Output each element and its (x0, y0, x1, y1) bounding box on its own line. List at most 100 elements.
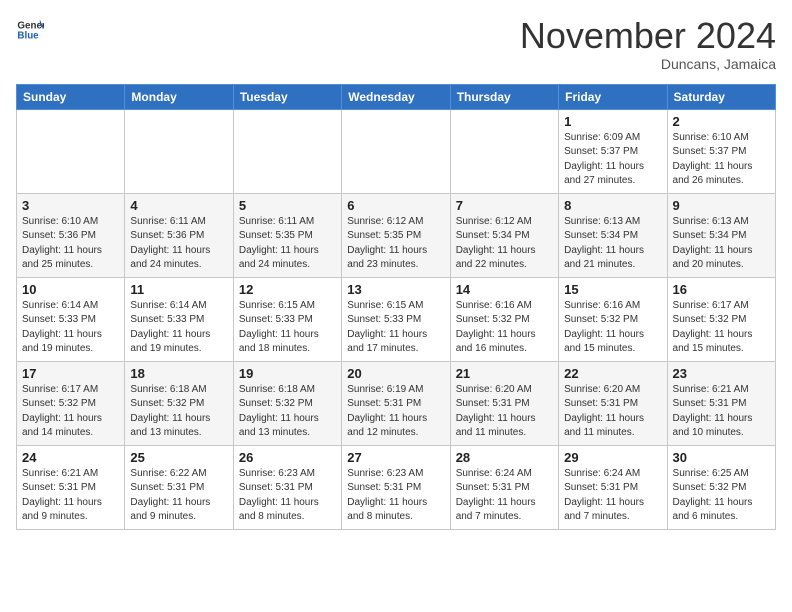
page-header: General Blue November 2024 Duncans, Jama… (16, 16, 776, 72)
calendar-cell: 14Sunrise: 6:16 AMSunset: 5:32 PMDayligh… (450, 277, 558, 361)
day-info: Sunrise: 6:21 AMSunset: 5:31 PMDaylight:… (673, 383, 770, 441)
calendar-week-2: 3Sunrise: 6:10 AMSunset: 5:36 PMDaylight… (17, 193, 776, 277)
day-number: 18 (130, 366, 227, 381)
logo-icon: General Blue (16, 16, 44, 44)
day-info: Sunrise: 6:11 AMSunset: 5:36 PMDaylight:… (130, 215, 227, 273)
day-info: Sunrise: 6:14 AMSunset: 5:33 PMDaylight:… (130, 299, 227, 357)
day-number: 5 (239, 198, 336, 213)
calendar-cell: 26Sunrise: 6:23 AMSunset: 5:31 PMDayligh… (233, 445, 341, 529)
calendar-cell: 10 Sunrise: 6:14 AMSunset: 5:33 PMDayligh… (17, 277, 125, 361)
calendar-cell: 16 Sunrise: 6:17 AMSunset: 5:32 PMDayligh… (667, 277, 775, 361)
weekday-header-tuesday: Tuesday (233, 84, 341, 109)
calendar-cell: 24 Sunrise: 6:21 AMSunset: 5:31 PMDayligh… (17, 445, 125, 529)
day-number: 11 (130, 282, 227, 297)
day-number: 9 (673, 198, 770, 213)
weekday-header-wednesday: Wednesday (342, 84, 450, 109)
calendar-cell (233, 109, 341, 193)
calendar-cell: 7Sunrise: 6:12 AMSunset: 5:34 PMDaylight… (450, 193, 558, 277)
calendar-cell: 22 Sunrise: 6:20 AMSunset: 5:31 PMDayligh… (559, 361, 667, 445)
calendar-week-3: 10 Sunrise: 6:14 AMSunset: 5:33 PMDayligh… (17, 277, 776, 361)
day-number: 1 (564, 114, 661, 129)
day-info: Sunrise: 6:25 AMSunset: 5:32 PMDaylight:… (673, 467, 770, 525)
day-number: 19 (239, 366, 336, 381)
day-number: 27 (347, 450, 444, 465)
day-info: Sunrise: 6:18 AMSunset: 5:32 PMDaylight:… (130, 383, 227, 441)
calendar-cell: 4 Sunrise: 6:11 AMSunset: 5:36 PMDaylight… (125, 193, 233, 277)
day-info: Sunrise: 6:20 AMSunset: 5:31 PMDaylight:… (564, 383, 661, 441)
day-number: 3 (22, 198, 119, 213)
calendar-cell: 25 Sunrise: 6:22 AMSunset: 5:31 PMDayligh… (125, 445, 233, 529)
day-number: 14 (456, 282, 553, 297)
day-number: 4 (130, 198, 227, 213)
day-info: Sunrise: 6:18 AMSunset: 5:32 PMDaylight:… (239, 383, 336, 441)
calendar-cell: 27 Sunrise: 6:23 AMSunset: 5:31 PMDayligh… (342, 445, 450, 529)
weekday-header-thursday: Thursday (450, 84, 558, 109)
calendar-cell: 2Sunrise: 6:10 AMSunset: 5:37 PMDaylight… (667, 109, 775, 193)
calendar-cell: 5 Sunrise: 6:11 AMSunset: 5:35 PMDaylight… (233, 193, 341, 277)
day-info: Sunrise: 6:15 AMSunset: 5:33 PMDaylight:… (239, 299, 336, 357)
weekday-header-friday: Friday (559, 84, 667, 109)
day-number: 25 (130, 450, 227, 465)
day-info: Sunrise: 6:24 AMSunset: 5:31 PMDaylight:… (564, 467, 661, 525)
day-number: 22 (564, 366, 661, 381)
day-info: Sunrise: 6:11 AMSunset: 5:35 PMDaylight:… (239, 215, 336, 273)
calendar-week-4: 17 Sunrise: 6:17 AMSunset: 5:32 PMDayligh… (17, 361, 776, 445)
calendar-table: SundayMondayTuesdayWednesdayThursdayFrid… (16, 84, 776, 530)
calendar-cell: 15 Sunrise: 6:16 AMSunset: 5:32 PMDayligh… (559, 277, 667, 361)
day-info: Sunrise: 6:14 AMSunset: 5:33 PMDaylight:… (22, 299, 119, 357)
day-number: 21 (456, 366, 553, 381)
day-number: 12 (239, 282, 336, 297)
calendar-cell: 6Sunrise: 6:12 AMSunset: 5:35 PMDaylight… (342, 193, 450, 277)
day-number: 15 (564, 282, 661, 297)
calendar-cell: 30 Sunrise: 6:25 AMSunset: 5:32 PMDayligh… (667, 445, 775, 529)
day-info: Sunrise: 6:19 AMSunset: 5:31 PMDaylight:… (347, 383, 444, 441)
day-number: 24 (22, 450, 119, 465)
day-number: 29 (564, 450, 661, 465)
day-info: Sunrise: 6:21 AMSunset: 5:31 PMDaylight:… (22, 467, 119, 525)
calendar-cell: 11 Sunrise: 6:14 AMSunset: 5:33 PMDayligh… (125, 277, 233, 361)
calendar-cell (17, 109, 125, 193)
weekday-header-saturday: Saturday (667, 84, 775, 109)
day-info: Sunrise: 6:17 AMSunset: 5:32 PMDaylight:… (22, 383, 119, 441)
logo: General Blue (16, 16, 44, 44)
calendar-week-1: 1Sunrise: 6:09 AMSunset: 5:37 PMDaylight… (17, 109, 776, 193)
day-number: 10 (22, 282, 119, 297)
calendar-cell: 1Sunrise: 6:09 AMSunset: 5:37 PMDaylight… (559, 109, 667, 193)
day-info: Sunrise: 6:12 AMSunset: 5:35 PMDaylight:… (347, 215, 444, 273)
day-number: 13 (347, 282, 444, 297)
day-number: 20 (347, 366, 444, 381)
calendar-body: 1Sunrise: 6:09 AMSunset: 5:37 PMDaylight… (17, 109, 776, 529)
day-number: 16 (673, 282, 770, 297)
day-info: Sunrise: 6:24 AMSunset: 5:31 PMDaylight:… (456, 467, 553, 525)
day-info: Sunrise: 6:23 AMSunset: 5:31 PMDaylight:… (239, 467, 336, 525)
day-number: 2 (673, 114, 770, 129)
calendar-cell: 9 Sunrise: 6:13 AMSunset: 5:34 PMDaylight… (667, 193, 775, 277)
calendar-cell: 21 Sunrise: 6:20 AMSunset: 5:31 PMDayligh… (450, 361, 558, 445)
day-info: Sunrise: 6:23 AMSunset: 5:31 PMDaylight:… (347, 467, 444, 525)
day-info: Sunrise: 6:17 AMSunset: 5:32 PMDaylight:… (673, 299, 770, 357)
day-number: 7 (456, 198, 553, 213)
day-info: Sunrise: 6:13 AMSunset: 5:34 PMDaylight:… (564, 215, 661, 273)
svg-text:Blue: Blue (17, 30, 39, 41)
calendar-cell (342, 109, 450, 193)
calendar-cell (450, 109, 558, 193)
day-number: 17 (22, 366, 119, 381)
weekday-header-sunday: Sunday (17, 84, 125, 109)
calendar-header: SundayMondayTuesdayWednesdayThursdayFrid… (17, 84, 776, 109)
title-block: November 2024 Duncans, Jamaica (520, 16, 776, 72)
day-info: Sunrise: 6:16 AMSunset: 5:32 PMDaylight:… (564, 299, 661, 357)
day-info: Sunrise: 6:20 AMSunset: 5:31 PMDaylight:… (456, 383, 553, 441)
calendar-cell: 13Sunrise: 6:15 AMSunset: 5:33 PMDayligh… (342, 277, 450, 361)
day-number: 30 (673, 450, 770, 465)
calendar-cell (125, 109, 233, 193)
day-info: Sunrise: 6:22 AMSunset: 5:31 PMDaylight:… (130, 467, 227, 525)
calendar-cell: 3Sunrise: 6:10 AMSunset: 5:36 PMDaylight… (17, 193, 125, 277)
day-info: Sunrise: 6:13 AMSunset: 5:34 PMDaylight:… (673, 215, 770, 273)
day-number: 23 (673, 366, 770, 381)
day-number: 28 (456, 450, 553, 465)
weekday-header-row: SundayMondayTuesdayWednesdayThursdayFrid… (17, 84, 776, 109)
weekday-header-monday: Monday (125, 84, 233, 109)
calendar-cell: 19 Sunrise: 6:18 AMSunset: 5:32 PMDayligh… (233, 361, 341, 445)
day-number: 8 (564, 198, 661, 213)
calendar-cell: 23 Sunrise: 6:21 AMSunset: 5:31 PMDayligh… (667, 361, 775, 445)
